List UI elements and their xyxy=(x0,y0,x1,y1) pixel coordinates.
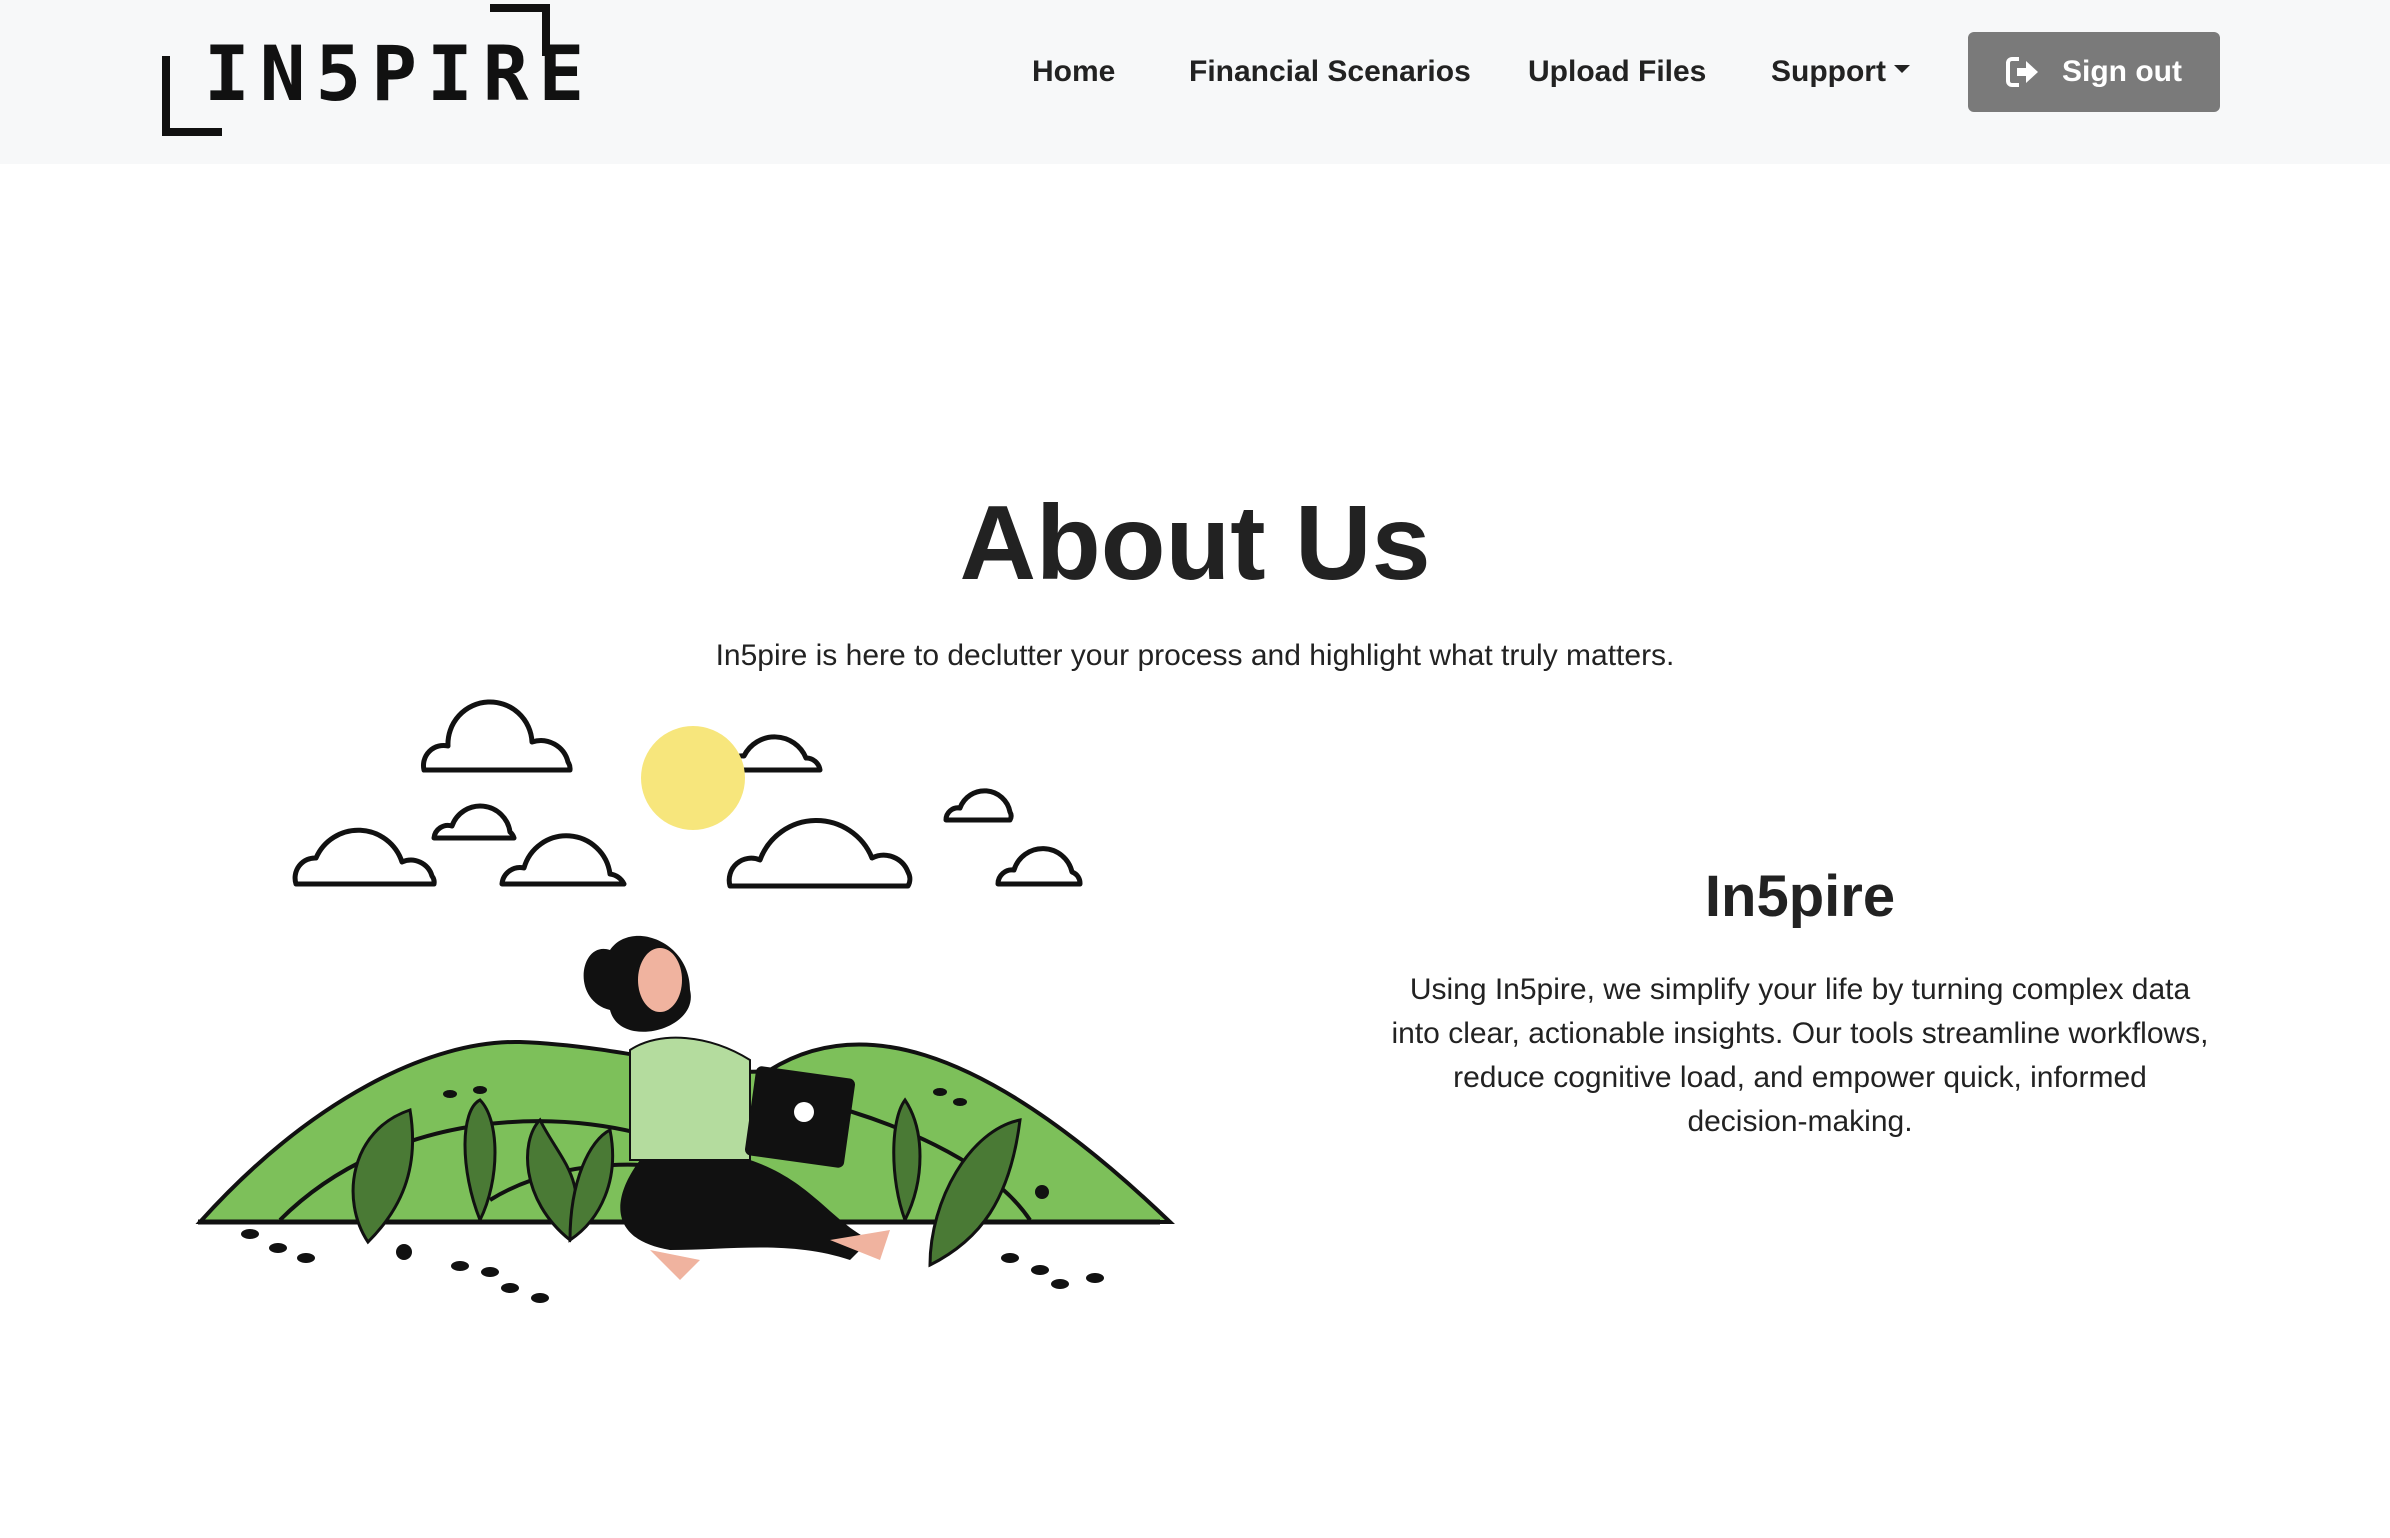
nav-support-label: Support xyxy=(1771,55,1886,88)
caret-down-icon xyxy=(1893,65,1910,74)
sign-out-icon xyxy=(2006,57,2038,87)
sun-icon xyxy=(641,726,745,830)
about-illustration xyxy=(190,680,1180,1320)
nav-upload-files[interactable]: Upload Files xyxy=(1528,50,1706,94)
nav-support-dropdown[interactable]: Support xyxy=(1771,50,1910,94)
page-subtitle: In5pire is here to declutter your proces… xyxy=(715,639,1675,672)
nav-home[interactable]: Home xyxy=(1032,50,1115,94)
nav-financial-scenarios[interactable]: Financial Scenarios xyxy=(1189,50,1471,94)
in5pire-logo[interactable]: IN5PIRE xyxy=(160,4,604,138)
logo-text: IN5PIRE xyxy=(204,29,595,118)
sign-out-label: Sign out xyxy=(2062,55,2182,88)
brand-heading: In5pire xyxy=(1704,864,1896,929)
sign-out-button[interactable]: Sign out xyxy=(1968,32,2220,112)
brand-description: Using In5pire, we simplify your life by … xyxy=(1391,973,2209,1138)
page-title: About Us xyxy=(959,484,1431,602)
navbar: IN5PIRE Home Financial Scenarios Upload … xyxy=(0,0,2390,164)
